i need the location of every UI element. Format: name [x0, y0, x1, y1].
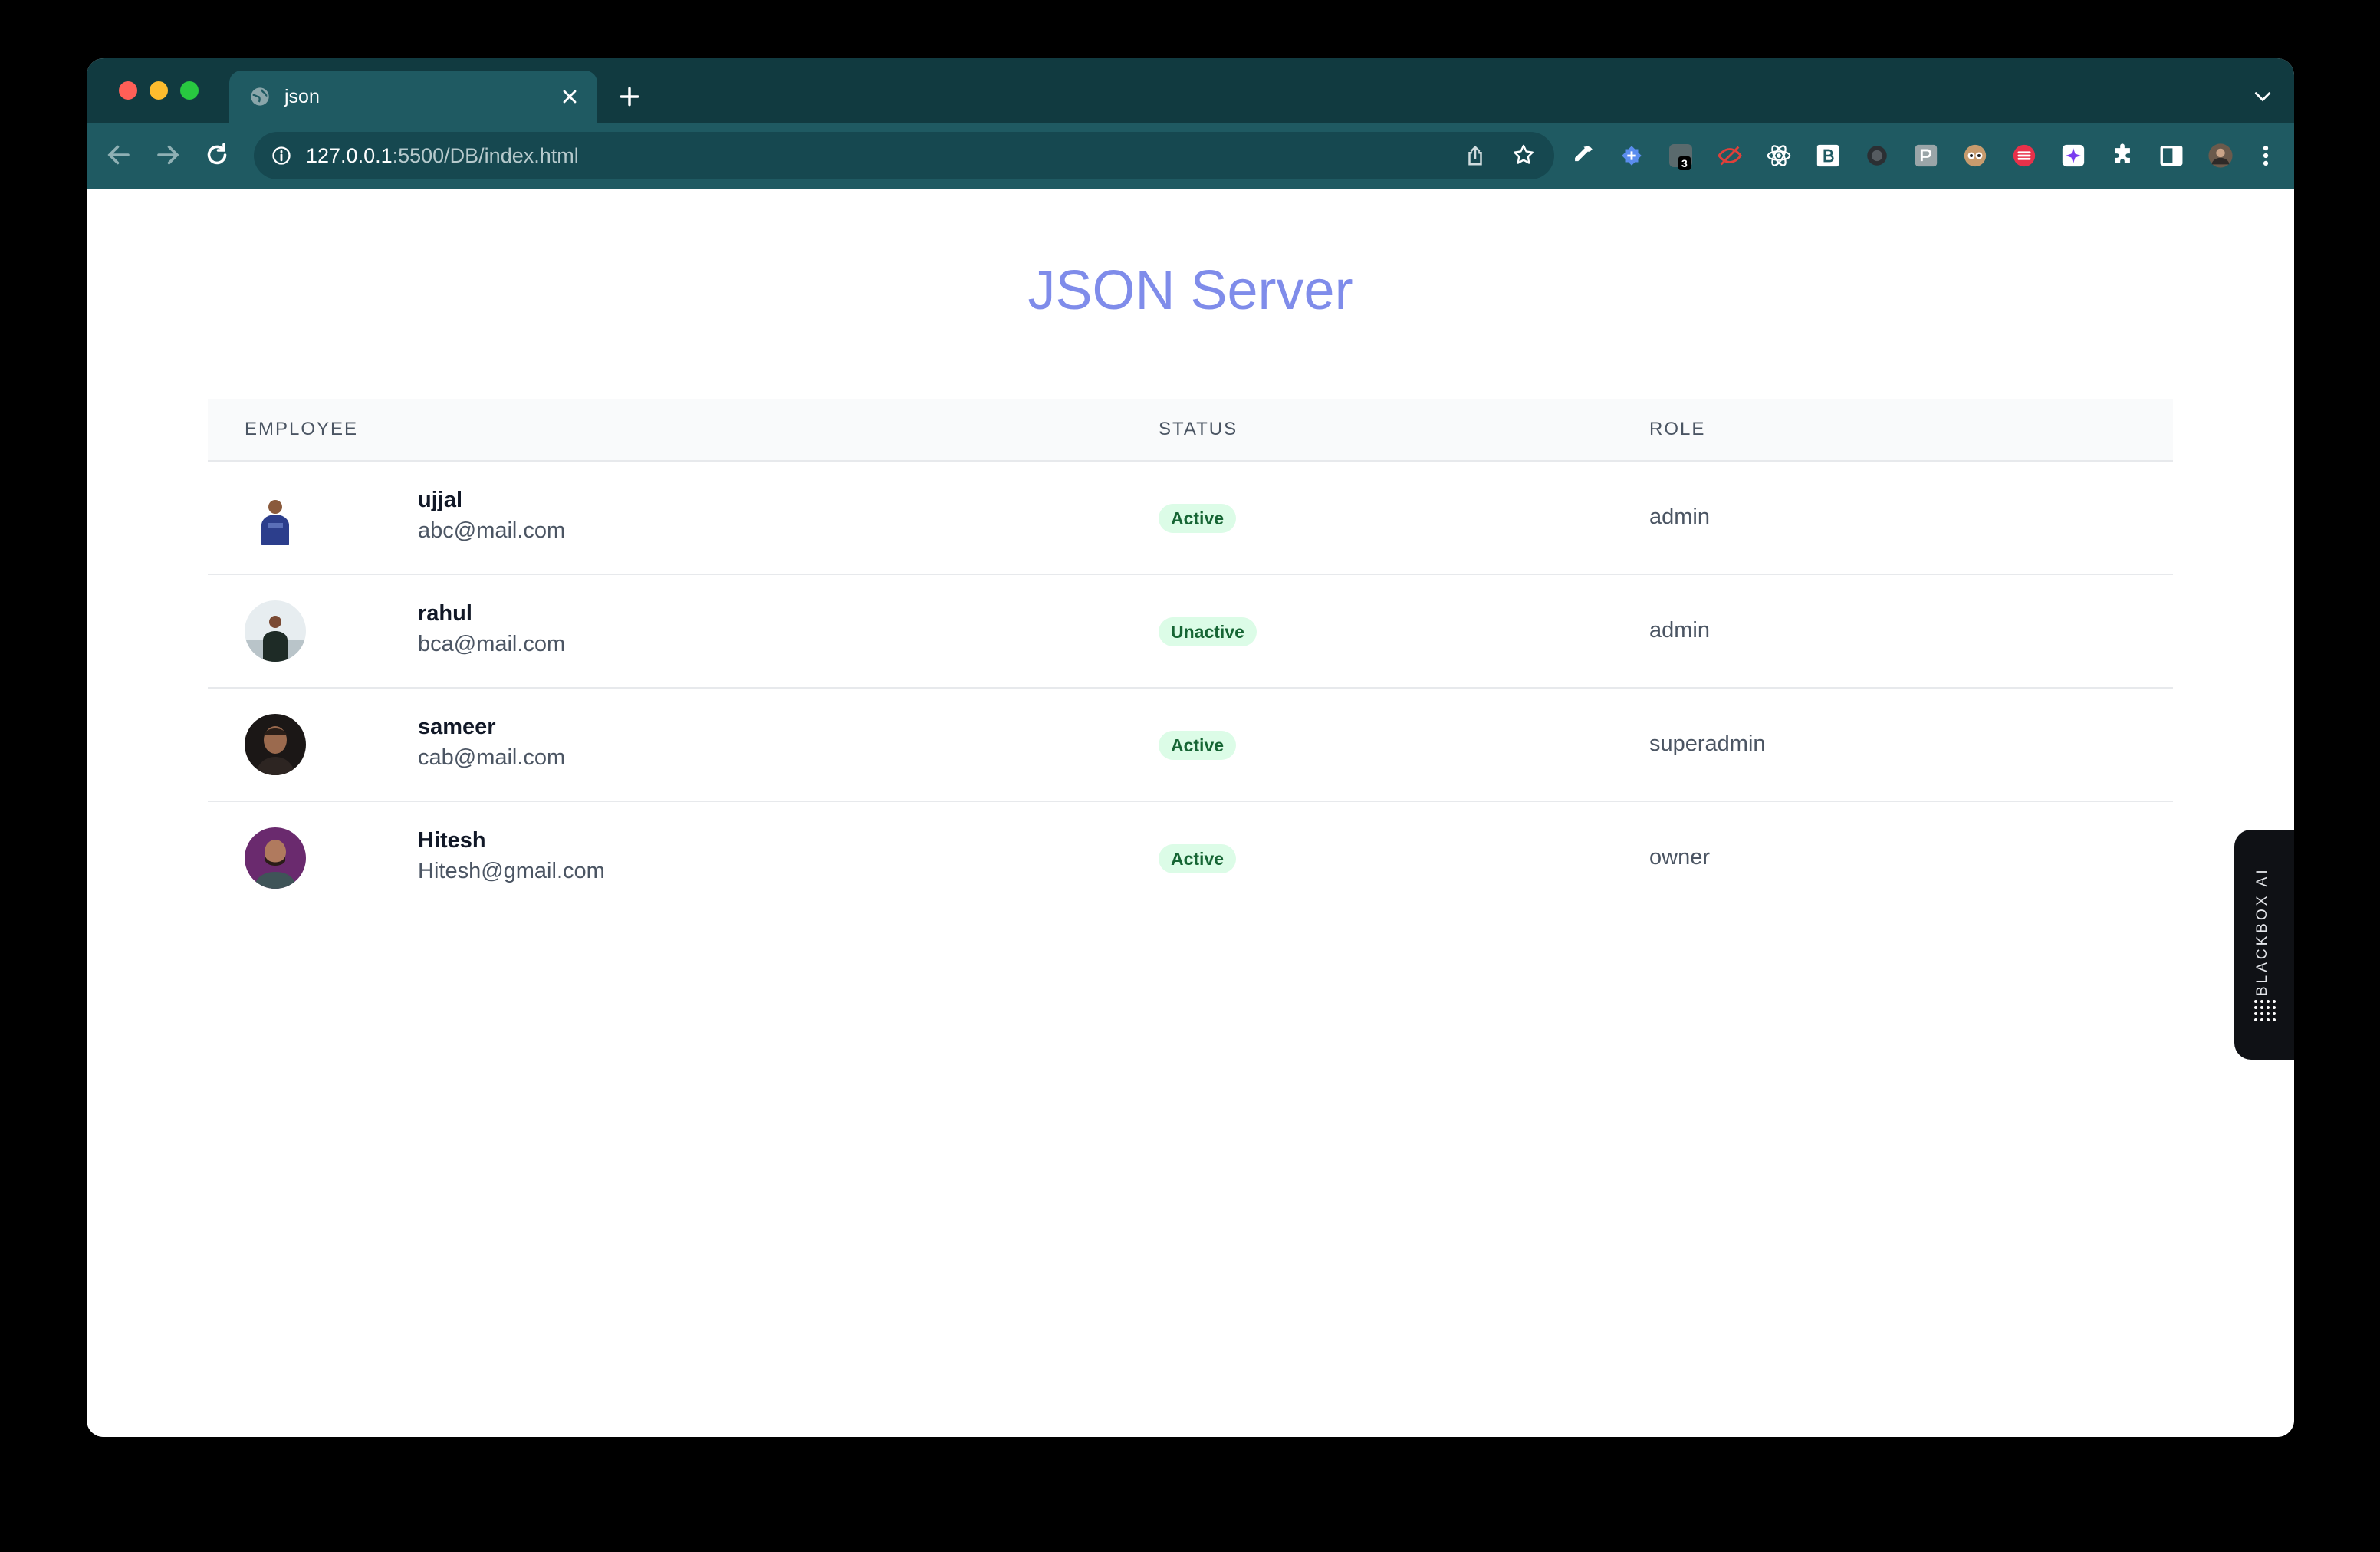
b-extension-icon[interactable] [1815, 143, 1841, 169]
employee-email: abc@mail.com [418, 518, 566, 543]
employee-name: rahul [418, 601, 472, 626]
minimize-window-button[interactable] [150, 81, 168, 100]
badge-extension-icon[interactable]: 3 [1668, 143, 1694, 170]
forward-arrow-icon[interactable] [154, 141, 182, 169]
close-icon[interactable] [559, 86, 580, 107]
extension-badge: 3 [1678, 156, 1691, 170]
dot-grid-icon [2254, 1000, 2276, 1021]
url-path: :5500/DB/index.html [392, 144, 579, 167]
info-icon[interactable] [271, 145, 292, 166]
tab-strip: json [87, 58, 2294, 123]
column-header-status: STATUS [1159, 419, 1238, 439]
browser-window: json 127.0.0.1:5500/DB/index.html 3 JSON… [87, 58, 2294, 1437]
close-window-button[interactable] [119, 81, 137, 100]
column-header-employee: EMPLOYEE [245, 419, 359, 439]
avatar [245, 600, 306, 662]
react-extension-icon[interactable] [1766, 143, 1792, 169]
blackbox-ai-widget[interactable]: BLACKBOX AI [2234, 830, 2294, 1060]
avatar [245, 714, 306, 775]
employee-role: admin [1649, 505, 1710, 529]
sidebar-icon[interactable] [2158, 143, 2184, 169]
status-badge: Active [1159, 504, 1237, 533]
blackbox-label: BLACKBOX AI [2254, 866, 2270, 997]
eye-slash-extension-icon[interactable] [1717, 143, 1743, 169]
employee-email: Hitesh@gmail.com [418, 859, 605, 883]
sparkle-extension-icon[interactable] [2060, 143, 2086, 169]
table-row: sameer cab@mail.com Active superadmin [208, 689, 2173, 802]
url-text[interactable]: 127.0.0.1:5500/DB/index.html [306, 144, 579, 168]
table-header: EMPLOYEE STATUS ROLE [208, 399, 2173, 462]
back-arrow-icon[interactable] [105, 141, 133, 169]
owl-extension-icon[interactable] [1962, 143, 1988, 169]
tool-extension-icon[interactable] [1913, 143, 1939, 169]
employee-role: admin [1649, 618, 1710, 643]
profile-avatar[interactable] [2207, 143, 2234, 169]
table-row: ujjal abc@mail.com Active admin [208, 462, 2173, 575]
plus-icon[interactable] [617, 84, 642, 109]
employee-email: cab@mail.com [418, 745, 566, 770]
employee-role: superadmin [1649, 732, 1766, 756]
tab-json[interactable]: json [229, 71, 597, 123]
address-bar[interactable]: 127.0.0.1:5500/DB/index.html [254, 132, 1554, 179]
more-vert-icon[interactable] [2257, 143, 2275, 169]
status-badge: Active [1159, 731, 1237, 760]
url-host: 127.0.0.1 [306, 144, 393, 167]
red-stack-extension-icon[interactable] [2011, 143, 2037, 169]
tab-title: json [284, 86, 320, 107]
table-row: rahul bca@mail.com Unactive admin [208, 575, 2173, 689]
puzzle-icon[interactable] [2109, 143, 2135, 169]
chevron-down-icon[interactable] [2253, 89, 2273, 104]
page-content: JSON Server EMPLOYEE STATUS ROLE ujjal a… [87, 189, 2294, 1437]
avatar [245, 827, 306, 889]
employee-email: bca@mail.com [418, 632, 566, 656]
employee-name: Hitesh [418, 828, 486, 853]
employee-name: sameer [418, 715, 496, 739]
eyedropper-extension-icon[interactable] [1570, 143, 1596, 169]
browser-toolbar: 127.0.0.1:5500/DB/index.html 3 [87, 123, 2294, 189]
share-icon[interactable] [1464, 144, 1487, 167]
page-title: JSON Server [1027, 260, 1353, 321]
plus-cross-extension-icon[interactable] [1619, 143, 1645, 169]
record-extension-icon[interactable] [1864, 143, 1890, 169]
status-badge: Unactive [1159, 617, 1257, 646]
star-icon[interactable] [1511, 143, 1536, 167]
table-row: Hitesh Hitesh@gmail.com Active owner [208, 802, 2173, 914]
employee-name: ujjal [418, 488, 463, 512]
maximize-window-button[interactable] [180, 81, 199, 100]
avatar [245, 487, 306, 548]
employee-role: owner [1649, 845, 1710, 870]
reload-icon[interactable] [203, 141, 231, 169]
globe-icon [251, 87, 269, 106]
status-badge: Active [1159, 844, 1237, 873]
column-header-role: ROLE [1649, 419, 1706, 439]
employee-table: EMPLOYEE STATUS ROLE ujjal abc@mail.com … [208, 399, 2173, 914]
